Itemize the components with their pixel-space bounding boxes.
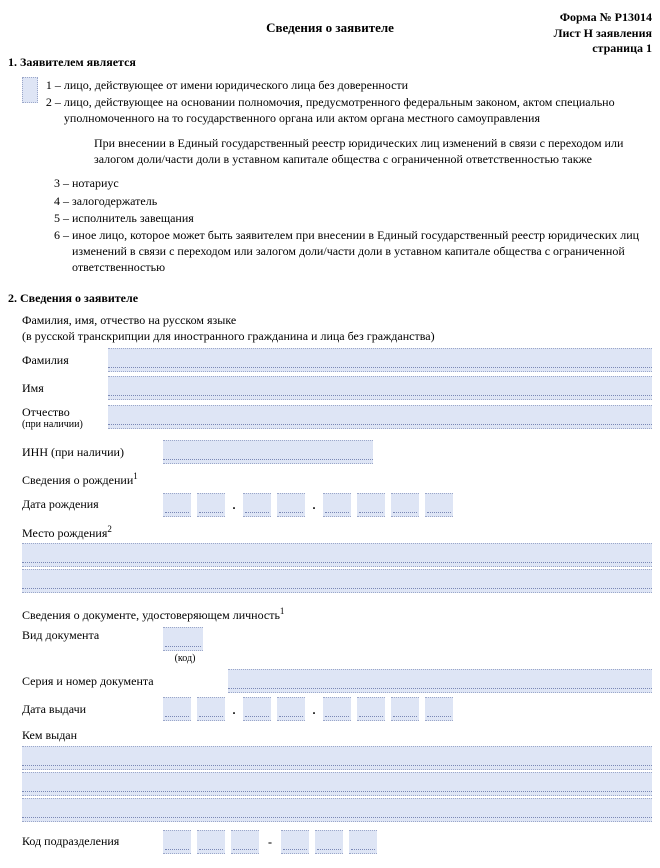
doc-type-label: Вид документа [22, 627, 157, 643]
opt6-text: иное лицо, которое может быть заявителем… [72, 227, 652, 276]
dept-sep: - [265, 831, 275, 853]
issued-by-input-1[interactable] [22, 746, 652, 770]
issue-day-1[interactable] [163, 697, 191, 721]
surname-input[interactable] [108, 348, 652, 372]
opt3-num: 3 – [54, 175, 72, 191]
pob-input-1[interactable] [22, 543, 652, 567]
issue-sep-2: . [311, 698, 317, 720]
opt4-text: залогодержатель [72, 193, 652, 209]
issued-by-input-2[interactable] [22, 772, 652, 796]
patronymic-input[interactable] [108, 405, 652, 429]
dob-day-2[interactable] [197, 493, 225, 517]
doc-type-code-label: (код) [175, 652, 196, 666]
issued-by-input-3[interactable] [22, 798, 652, 822]
inn-label: ИНН (при наличии) [22, 444, 157, 460]
patronymic-label: Отчество [22, 404, 102, 420]
issue-yr-1[interactable] [323, 697, 351, 721]
fio-label: Фамилия, имя, отчество на русском языке [22, 313, 236, 327]
pob-input-2[interactable] [22, 569, 652, 593]
doc-sn-input[interactable] [228, 669, 652, 693]
dept-code-label: Код подразделения [22, 833, 157, 849]
issue-yr-2[interactable] [357, 697, 385, 721]
opt1-num: 1 – [46, 77, 64, 93]
name-label: Имя [22, 380, 102, 396]
section-2-heading: 2. Сведения о заявителе [8, 290, 652, 306]
opt4-num: 4 – [54, 193, 72, 209]
opt6-num: 6 – [54, 227, 72, 276]
pob-label: Место рождения2 [22, 523, 652, 541]
doc-date-label: Дата выдачи [22, 701, 157, 717]
doc-heading: Сведения о документе, удостоверяющем лич… [22, 605, 652, 623]
name-input[interactable] [108, 376, 652, 400]
doc-sn-label: Серия и номер документа [22, 673, 222, 689]
patronymic-note: (при наличии) [22, 420, 102, 430]
issue-sep-1: . [231, 698, 237, 720]
opt2-num: 2 – [46, 94, 64, 126]
dob-yr-4[interactable] [425, 493, 453, 517]
dob-mon-2[interactable] [277, 493, 305, 517]
dept-2[interactable] [197, 830, 225, 854]
dob-sep-1: . [231, 494, 237, 516]
section-1-heading: 1. Заявителем является [8, 54, 652, 70]
issued-by-label: Кем выдан [22, 727, 652, 743]
fio-sublabel: (в русской транскрипции для иностранного… [22, 329, 435, 343]
dob-yr-3[interactable] [391, 493, 419, 517]
dept-1[interactable] [163, 830, 191, 854]
issue-mon-2[interactable] [277, 697, 305, 721]
issue-yr-3[interactable] [391, 697, 419, 721]
issue-yr-4[interactable] [425, 697, 453, 721]
dob-label: Дата рождения [22, 496, 157, 512]
opt3-text: нотариус [72, 175, 652, 191]
issue-day-2[interactable] [197, 697, 225, 721]
opt5-text: исполнитель завещания [72, 210, 652, 226]
dob-mon-1[interactable] [243, 493, 271, 517]
dept-6[interactable] [349, 830, 377, 854]
transition-note: При внесении в Единый государственный ре… [94, 135, 652, 167]
dob-day-1[interactable] [163, 493, 191, 517]
dept-5[interactable] [315, 830, 343, 854]
opt2-text: лицо, действующее на основании полномочи… [64, 94, 652, 126]
opt5-num: 5 – [54, 210, 72, 226]
dob-sep-2: . [311, 494, 317, 516]
dob-yr-2[interactable] [357, 493, 385, 517]
surname-label: Фамилия [22, 352, 102, 368]
birth-heading: Сведения о рождении1 [22, 470, 652, 488]
applicant-type-input[interactable] [22, 77, 38, 103]
inn-input[interactable] [163, 440, 373, 464]
opt1-text: лицо, действующее от имени юридического … [64, 77, 652, 93]
dept-4[interactable] [281, 830, 309, 854]
dept-3[interactable] [231, 830, 259, 854]
dob-yr-1[interactable] [323, 493, 351, 517]
issue-mon-1[interactable] [243, 697, 271, 721]
doc-type-input[interactable] [163, 627, 203, 651]
